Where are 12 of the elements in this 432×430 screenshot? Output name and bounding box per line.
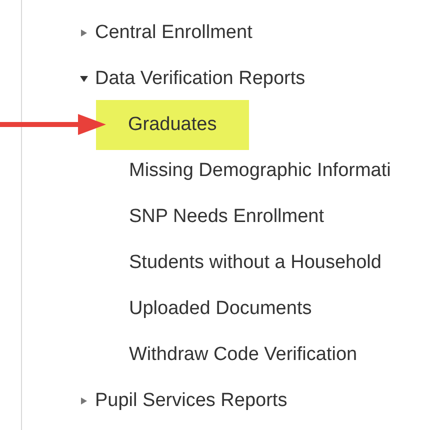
caret-right-icon [79,396,89,406]
tree-item[interactable]: SNP Needs Enrollment [129,206,324,228]
tree-item[interactable]: Withdraw Code Verification [129,344,358,366]
tree-item[interactable]: Graduates [96,100,249,150]
tree-node[interactable]: Central Enrollment [79,22,252,44]
tree-node[interactable]: Data Verification Reports [79,68,306,90]
tree-node[interactable]: Pupil Services Reports [79,390,288,412]
tree-item[interactable]: Uploaded Documents [129,298,312,320]
caret-down-icon [79,74,89,84]
tree-item[interactable]: Missing Demographic Informati [129,160,391,182]
caret-right-icon [79,28,89,38]
tree-item[interactable]: Students without a Household [129,252,382,274]
